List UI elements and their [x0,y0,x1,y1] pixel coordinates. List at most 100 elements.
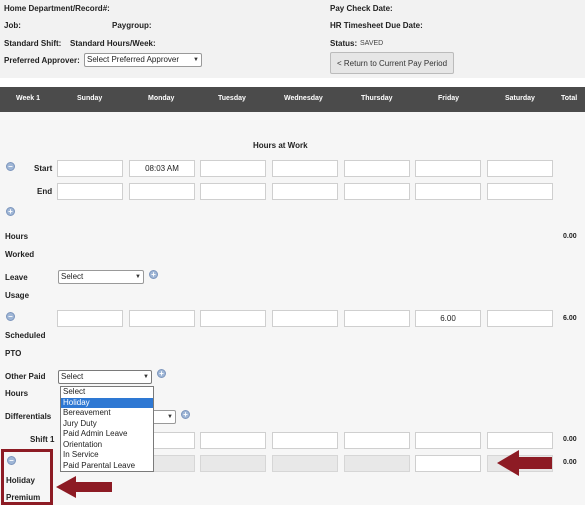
remove-leave-icon[interactable]: – [6,312,15,321]
week-header-bar: Week 1 Sunday Monday Tuesday Wednesday T… [0,87,585,112]
add-other-paid-icon[interactable]: + [157,369,166,378]
start-sunday-input[interactable] [57,160,123,177]
dropdown-option-bereavement[interactable]: Bereavement [61,408,153,419]
holiday-premium-label-line1: Holiday [6,476,35,485]
shift1-total: 0.00 [563,436,577,443]
job-label: Job: [4,21,21,30]
preferred-approver-label: Preferred Approver: [4,56,80,65]
standard-hours-label: Standard Hours/Week: [70,39,156,48]
preferred-approver-select[interactable]: Select Preferred Approver ▼ [84,53,202,67]
start-monday-input[interactable]: 08:03 AM [129,160,195,177]
add-row-icon[interactable]: + [6,207,15,216]
dropdown-option-jury-duty[interactable]: Jury Duty [61,419,153,430]
end-thursday-input[interactable] [344,183,410,200]
add-differential-icon[interactable]: + [181,410,190,419]
other-paid-dropdown-list: Select Holiday Bereavement Jury Duty Pai… [60,386,154,472]
section-title: Hours at Work [253,141,308,150]
standard-shift-label: Standard Shift: [4,39,62,48]
holiday-tuesday-input [200,455,266,472]
chevron-down-icon: ▼ [167,414,173,420]
other-paid-select[interactable]: Select ▼ [58,370,152,384]
annotation-arrow-left-icon [56,476,112,498]
start-friday-input[interactable] [415,160,481,177]
holiday-thursday-input [344,455,410,472]
dropdown-option-paid-admin-leave[interactable]: Paid Admin Leave [61,429,153,440]
holiday-monday-input [153,455,195,472]
leave-friday-input[interactable]: 6.00 [415,310,481,327]
status-label: Status: [330,39,358,48]
leave-saturday-input[interactable] [487,310,553,327]
dropdown-option-paid-parental-leave[interactable]: Paid Parental Leave [61,461,153,472]
shift1-thursday-input[interactable] [344,432,410,449]
pay-check-date-label: Pay Check Date: [330,4,393,13]
other-paid-value: Select [61,372,84,381]
dropdown-option-select[interactable]: Select [61,387,153,398]
start-wednesday-input[interactable] [272,160,338,177]
day-wednesday: Wednesday [284,95,323,102]
scheduled-pto-label-line2: PTO [5,349,22,358]
hours-worked-label-line1: Hours [5,232,29,241]
holiday-premium-label-line2: Premium [6,493,41,502]
day-thursday: Thursday [361,95,393,102]
day-monday: Monday [148,95,175,102]
day-tuesday: Tuesday [218,95,246,102]
end-label: End [37,187,53,196]
dropdown-option-orientation[interactable]: Orientation [61,440,153,451]
annotation-arrow-friday-icon [497,450,552,476]
scheduled-pto-label-line1: Scheduled [5,331,46,340]
chevron-down-icon: ▼ [193,57,199,63]
hours-worked-label-line2: Worked [5,250,35,259]
hours-worked-total: 0.00 [563,233,577,240]
end-wednesday-input[interactable] [272,183,338,200]
leave-tuesday-input[interactable] [200,310,266,327]
status-value: SAVED [360,40,384,47]
home-dept-label: Home Department/Record#: [4,4,110,13]
leave-sunday-input[interactable] [57,310,123,327]
shift1-friday-input[interactable] [415,432,481,449]
shift1-monday-input[interactable] [153,432,195,449]
shift1-tuesday-input[interactable] [200,432,266,449]
leave-usage-label-line1: Leave [5,273,28,282]
start-tuesday-input[interactable] [200,160,266,177]
leave-monday-input[interactable] [129,310,195,327]
week-label: Week 1 [16,95,40,102]
hr-timesheet-due-label: HR Timesheet Due Date: [330,21,423,30]
leave-wednesday-input[interactable] [272,310,338,327]
dropdown-option-in-service[interactable]: In Service [61,450,153,461]
day-saturday: Saturday [505,95,535,102]
start-thursday-input[interactable] [344,160,410,177]
chevron-down-icon: ▼ [143,374,149,380]
holiday-total: 0.00 [563,459,577,466]
total-label: Total [561,95,578,102]
other-paid-label-line2: Hours [5,389,29,398]
remove-holiday-row-icon[interactable]: – [7,456,16,465]
leave-thursday-input[interactable] [344,310,410,327]
leave-type-value: Select [61,272,84,281]
leave-type-select[interactable]: Select ▼ [58,270,144,284]
differentials-label: Differentials [5,412,52,421]
remove-row-icon[interactable]: – [6,162,15,171]
return-to-current-pay-period-button[interactable]: < Return to Current Pay Period [330,52,454,74]
dropdown-option-holiday[interactable]: Holiday [61,397,153,408]
holiday-friday-input[interactable] [415,455,481,472]
shift1-label: Shift 1 [30,435,55,444]
end-saturday-input[interactable] [487,183,553,200]
day-friday: Friday [438,95,460,102]
end-friday-input[interactable] [415,183,481,200]
end-sunday-input[interactable] [57,183,123,200]
paygroup-label: Paygroup: [112,21,152,30]
leave-usage-label-line2: Usage [5,291,30,300]
add-leave-icon[interactable]: + [149,270,158,279]
shift1-wednesday-input[interactable] [272,432,338,449]
leave-total: 6.00 [563,315,577,322]
holiday-wednesday-input [272,455,338,472]
shift1-saturday-input[interactable] [487,432,553,449]
chevron-down-icon: ▼ [135,274,141,280]
preferred-approver-value: Select Preferred Approver [87,55,180,64]
end-tuesday-input[interactable] [200,183,266,200]
other-paid-label-line1: Other Paid [5,372,46,381]
start-label: Start [34,164,53,173]
end-monday-input[interactable] [129,183,195,200]
day-sunday: Sunday [77,95,103,102]
start-saturday-input[interactable] [487,160,553,177]
